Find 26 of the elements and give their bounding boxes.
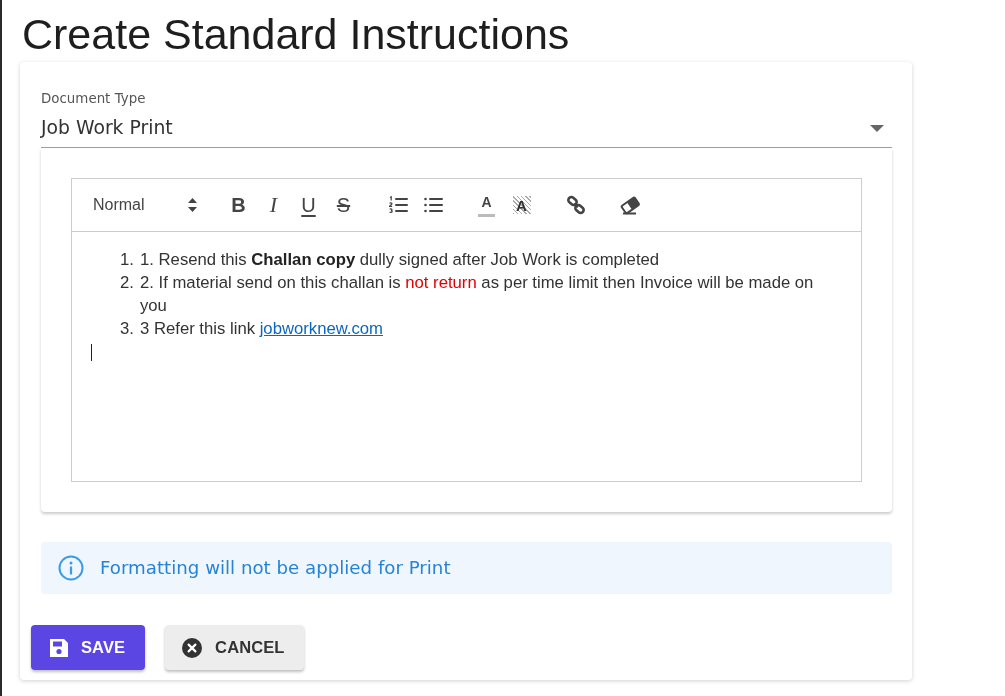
list-number: 1. (119, 249, 134, 271)
format-picker[interactable]: Normal (80, 191, 202, 219)
text-color-button[interactable]: A (469, 190, 504, 220)
italic-button[interactable]: I (256, 190, 291, 220)
underline-button[interactable]: U (291, 190, 326, 220)
page-title: Create Standard Instructions (21, 9, 571, 60)
chain-link-icon (565, 195, 586, 215)
up-down-arrows-icon (188, 198, 197, 212)
close-circle-icon (182, 637, 203, 658)
list-bullets-icon (422, 195, 443, 215)
bold-button[interactable]: B (221, 190, 256, 220)
list-item-text: 1. Resend this Challan copy dully signed after Job Work is completed (140, 249, 661, 271)
caret-down-icon (870, 124, 884, 132)
list-number: 2. (119, 272, 134, 294)
info-icon (58, 555, 84, 581)
cancel-button[interactable]: CANCEL (165, 625, 305, 670)
list-numbered-icon (387, 195, 408, 215)
list-item-text: 3 Refer this link jobworknew.com (140, 318, 384, 340)
save-button[interactable]: SAVE (31, 625, 146, 670)
list-number: 3. (119, 318, 134, 340)
list-item-text: 2. If material send on this challan is not return as per time limit then Invoice will be made on you (140, 272, 815, 317)
info-message: Formatting will not be applied for Print (100, 556, 451, 581)
eraser-icon (619, 195, 640, 215)
link[interactable]: jobworknew.com (259, 319, 383, 338)
field-label: Document Type (41, 90, 146, 108)
strikethrough-button[interactable]: S (326, 190, 361, 220)
